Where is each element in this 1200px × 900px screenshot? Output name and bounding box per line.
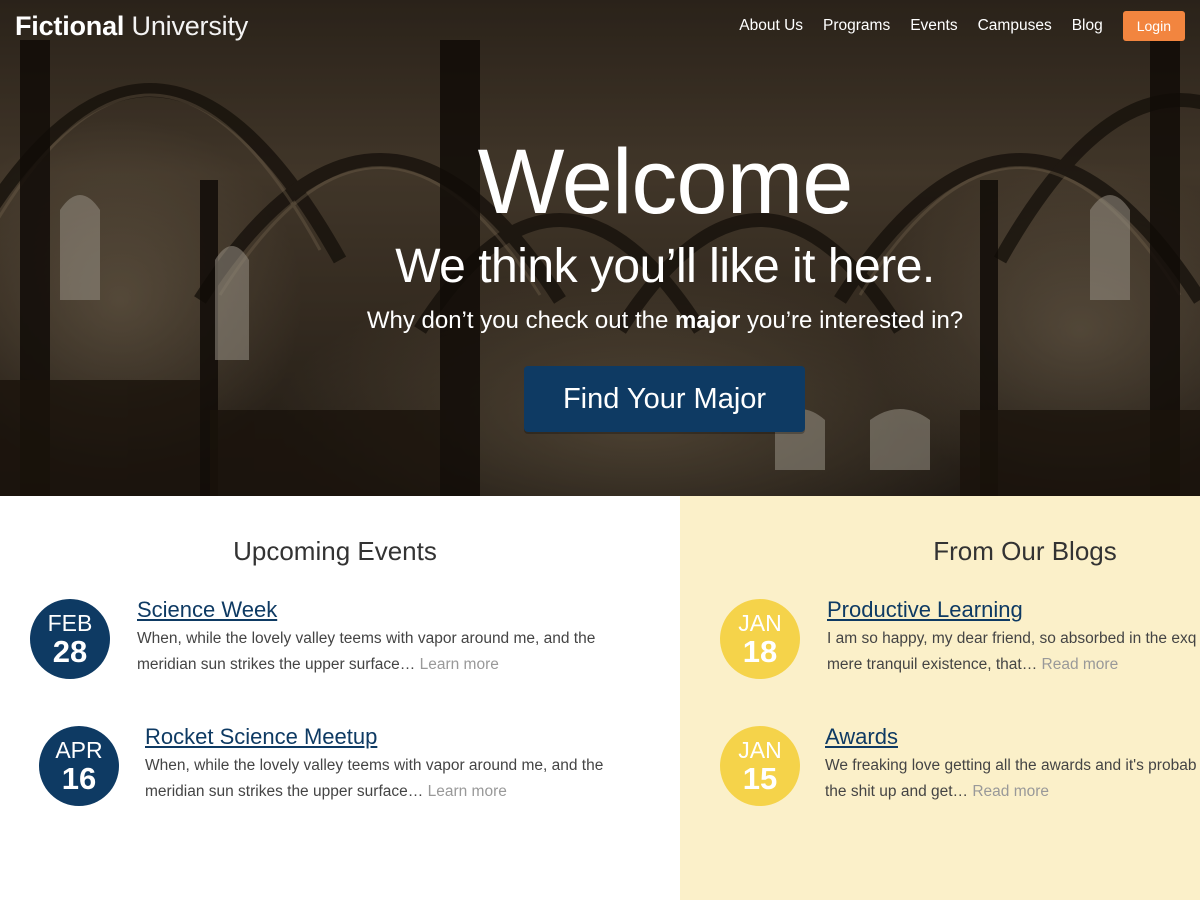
event-month: FEB xyxy=(47,610,93,636)
hero-description-start: Why don’t you check out the xyxy=(366,307,675,334)
logo-text-primary: Fictional xyxy=(15,11,125,41)
nav-link-events[interactable]: Events xyxy=(910,17,957,35)
event-excerpt-text: meridian sun strikes the upper surface… xyxy=(145,783,424,800)
hero-title: Welcome xyxy=(477,131,854,233)
blog-date-badge: JAN 18 xyxy=(720,599,800,679)
blog-title-link[interactable]: Awards xyxy=(825,724,898,750)
blog-title-link[interactable]: Productive Learning xyxy=(827,597,1023,623)
nav-link-about-us[interactable]: About Us xyxy=(739,17,803,35)
find-your-major-button[interactable]: Find Your Major xyxy=(524,366,805,432)
nav-link-campuses[interactable]: Campuses xyxy=(978,17,1052,35)
event-excerpt: When, while the lovely valley teems with… xyxy=(145,753,665,805)
blog-excerpt: I am so happy, my dear friend, so absorb… xyxy=(827,626,1200,678)
event-date-badge: FEB 28 xyxy=(30,599,110,679)
blog-excerpt: We freaking love getting all the awards … xyxy=(825,753,1200,805)
blog-excerpt-line: We freaking love getting all the awards … xyxy=(825,757,1197,774)
read-more-link[interactable]: Read more xyxy=(1042,656,1119,673)
event-excerpt-line: When, while the lovely valley teems with… xyxy=(145,757,604,774)
section-title-blogs: From Our Blogs xyxy=(933,536,1117,566)
hero-description: Why don’t you check out the major you’re… xyxy=(0,306,1200,336)
hero-description-end: you’re interested in? xyxy=(740,307,964,334)
blog-date-badge: JAN 15 xyxy=(720,726,800,806)
read-more-link[interactable]: Read more xyxy=(972,783,1049,800)
event-month: APR xyxy=(55,737,103,763)
site-header: Fictional University About Us Programs E… xyxy=(0,0,1200,56)
site-logo[interactable]: Fictional University xyxy=(15,11,248,42)
blog-item: JAN 18 Productive Learning I am so happy… xyxy=(720,597,1200,689)
event-date-badge: APR 16 xyxy=(39,726,119,806)
event-day: 28 xyxy=(52,634,88,669)
login-button[interactable]: Login xyxy=(1122,11,1185,41)
event-excerpt-line: meridian sun strikes the upper surface… … xyxy=(145,779,665,805)
event-title-link[interactable]: Rocket Science Meetup xyxy=(145,724,377,750)
blog-day: 18 xyxy=(742,634,778,669)
learn-more-link[interactable]: Learn more xyxy=(420,656,499,673)
nav-link-programs[interactable]: Programs xyxy=(823,17,890,35)
event-item: APR 16 Rocket Science Meetup When, while… xyxy=(39,724,669,816)
blog-item: JAN 15 Awards We freaking love getting a… xyxy=(720,724,1200,816)
event-day: 16 xyxy=(61,761,97,796)
event-excerpt-text: meridian sun strikes the upper surface… xyxy=(137,656,416,673)
upcoming-events-section: Upcoming Events FEB 28 Science Week When… xyxy=(0,496,680,900)
blog-month: JAN xyxy=(738,610,782,636)
event-excerpt: When, while the lovely valley teems with… xyxy=(137,626,657,678)
hero-description-major: major xyxy=(675,307,741,334)
main-nav: About Us Programs Events Campuses Blog L… xyxy=(739,11,1185,41)
logo-text-secondary: University xyxy=(131,11,249,41)
event-title-link[interactable]: Science Week xyxy=(137,597,277,623)
event-excerpt-line: When, while the lovely valley teems with… xyxy=(137,630,596,647)
blog-excerpt-line: the shit up and get… Read more xyxy=(825,779,1200,805)
learn-more-link[interactable]: Learn more xyxy=(428,783,507,800)
event-excerpt-line: meridian sun strikes the upper surface… … xyxy=(137,652,657,678)
blog-excerpt-text: the shit up and get… xyxy=(825,783,969,800)
blog-excerpt-text: mere tranquil existence, that… xyxy=(827,656,1038,673)
section-title-events: Upcoming Events xyxy=(233,536,437,566)
blog-day: 15 xyxy=(742,761,778,796)
blog-month: JAN xyxy=(738,737,782,763)
hero-subtitle: We think you’ll like it here. xyxy=(395,240,935,293)
blog-section: From Our Blogs JAN 18 Productive Learnin… xyxy=(680,496,1200,900)
nav-link-blog[interactable]: Blog xyxy=(1072,17,1103,35)
blog-excerpt-line: mere tranquil existence, that… Read more xyxy=(827,652,1200,678)
hero-banner: Fictional University About Us Programs E… xyxy=(0,0,1200,496)
blog-excerpt-line: I am so happy, my dear friend, so absorb… xyxy=(827,630,1197,647)
event-item: FEB 28 Science Week When, while the love… xyxy=(30,597,670,689)
